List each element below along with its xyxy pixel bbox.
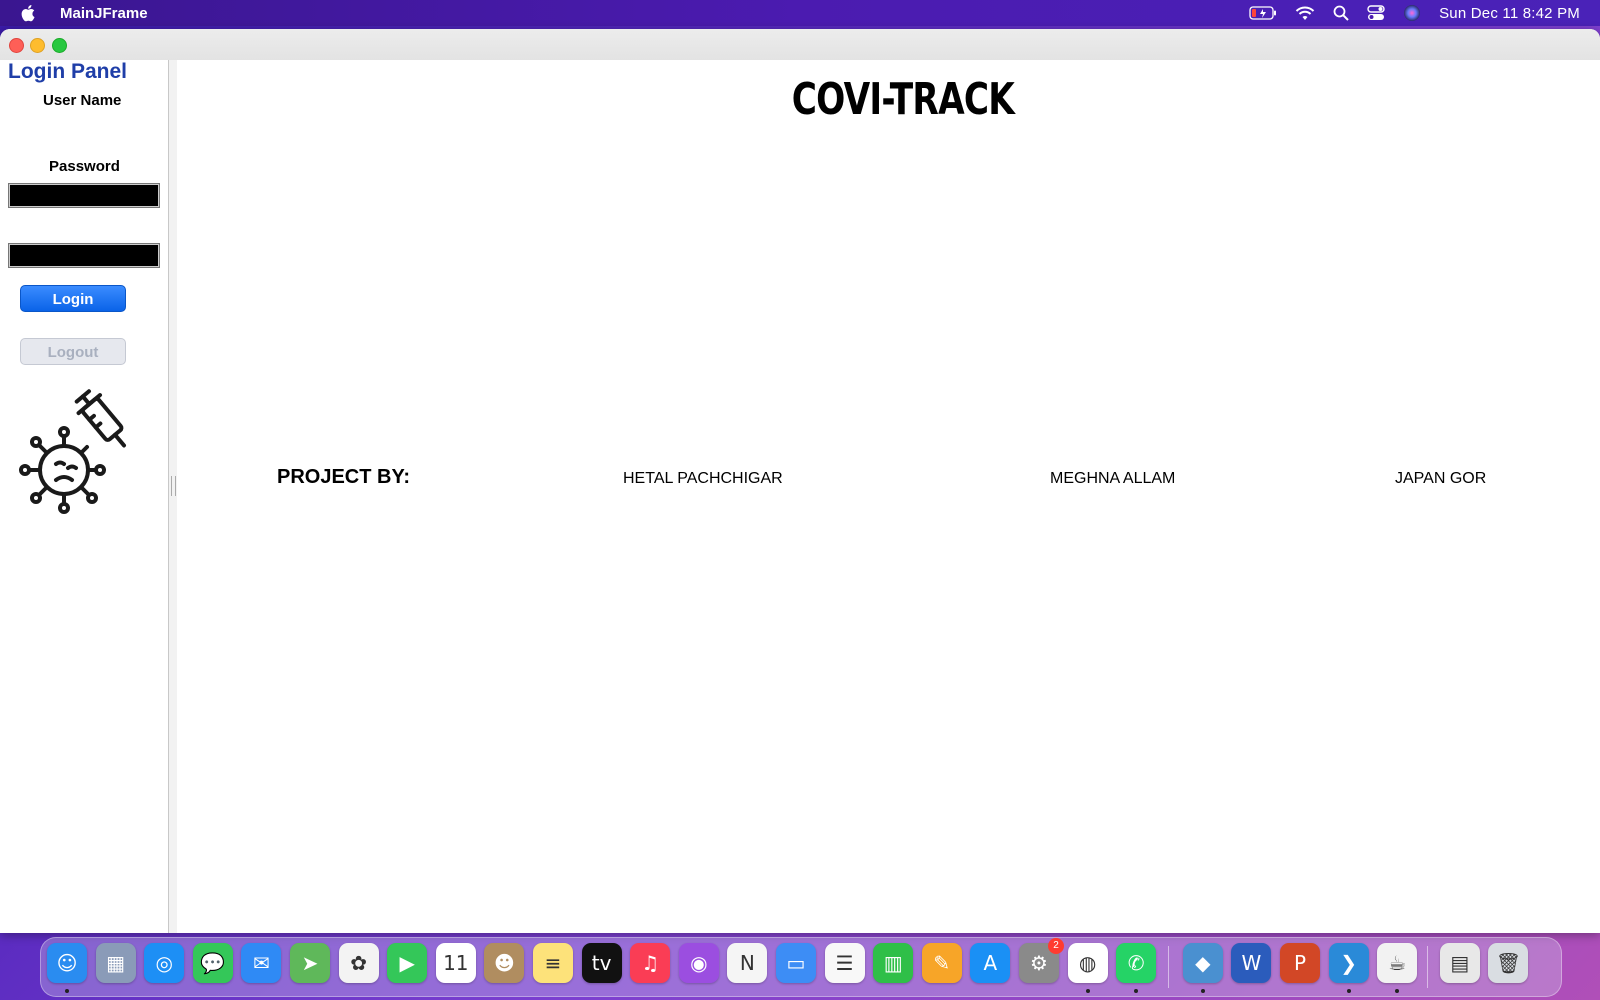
reminders-icon[interactable]: ☰	[824, 943, 865, 983]
username-label: User Name	[43, 92, 122, 109]
photos-icon[interactable]: ✿	[338, 943, 379, 983]
launchpad-icon[interactable]: ▦	[95, 943, 136, 983]
minimize-window-button[interactable]	[30, 38, 45, 53]
team-member-name: HETAL PACHCHIGAR	[623, 470, 783, 487]
contacts-icon[interactable]: ☻	[484, 943, 525, 983]
word-icon[interactable]: W	[1231, 943, 1272, 983]
trash-icon[interactable]: 🗑	[1488, 943, 1529, 983]
mail-icon[interactable]: ✉	[241, 943, 282, 983]
logout-button[interactable]: Logout	[20, 338, 126, 365]
notification-badge: 2	[1048, 938, 1064, 954]
login-panel-title: Login Panel	[8, 60, 128, 83]
divider-grip[interactable]	[171, 476, 176, 496]
apple-tv-icon[interactable]: tv	[581, 943, 622, 983]
news-icon[interactable]: N	[727, 943, 768, 983]
running-indicator	[1346, 989, 1351, 993]
close-window-button[interactable]	[9, 38, 24, 53]
messages-icon[interactable]: 💬	[192, 943, 233, 983]
system-preferences-icon[interactable]: ⚙ 2	[1019, 938, 1064, 983]
menu-bar-clock[interactable]: Sun Dec 11 8:42 PM	[1439, 5, 1580, 22]
java-icon[interactable]: ☕	[1377, 943, 1418, 983]
login-button[interactable]: Login	[20, 285, 126, 312]
apple-menu-icon[interactable]	[20, 4, 38, 22]
project-by-label: PROJECT BY:	[277, 466, 410, 488]
vaccine-virus-icon	[14, 386, 144, 518]
chrome-icon[interactable]: ◍	[1067, 943, 1108, 983]
window-content: Login Panel User Name Password Login Log…	[0, 60, 1600, 933]
username-field[interactable]	[8, 183, 160, 208]
running-indicator	[1200, 989, 1205, 993]
team-member-name: MEGHNA ALLAM	[1050, 470, 1176, 487]
app-store-icon[interactable]: A	[970, 943, 1011, 983]
siri-icon[interactable]	[1403, 4, 1421, 22]
running-indicator	[1085, 989, 1090, 993]
app-title: COVI-TRACK	[791, 74, 1015, 125]
pages-icon[interactable]: ✎	[921, 943, 962, 983]
control-center-icon[interactable]	[1367, 5, 1385, 21]
dock-separator	[1427, 946, 1429, 988]
keynote-icon[interactable]: ▭	[776, 943, 816, 983]
facetime-icon[interactable]: ▶	[387, 943, 428, 983]
downloads-stack-icon[interactable]: ▤	[1439, 943, 1480, 983]
netbeans-icon[interactable]: ◆	[1182, 943, 1223, 983]
music-icon[interactable]: ♫	[630, 943, 671, 983]
podcasts-icon[interactable]: ◉	[678, 943, 719, 983]
running-indicator	[1395, 989, 1400, 993]
vscode-icon[interactable]: ❯	[1328, 943, 1369, 983]
battery-icon[interactable]	[1249, 6, 1277, 20]
running-indicator	[65, 989, 69, 993]
calendar-icon[interactable]: 11	[435, 943, 476, 983]
finder-icon[interactable]: ☺	[47, 943, 87, 983]
dock: ☺ ▦ ◎ 💬 ✉ ➤ ✿ ▶ 11 ☻ ≡ tv ♫ ◉ N ▭ ☰ ▥ ✎ A ⚙ 2 ◍ ✆ ◆ W P ❯ ☕ ▤ 🗑	[40, 937, 1562, 997]
password-field[interactable]	[8, 243, 160, 268]
dock-separator	[1168, 946, 1170, 988]
active-app-name[interactable]: MainJFrame	[60, 5, 148, 22]
team-member-name: JAPAN GOR	[1395, 470, 1487, 487]
whatsapp-icon[interactable]: ✆	[1116, 943, 1157, 983]
menu-bar: MainJFrame Sun Dec 11 8:42 PM	[0, 0, 1600, 26]
notes-icon[interactable]: ≡	[533, 943, 573, 983]
powerpoint-icon[interactable]: P	[1280, 943, 1320, 983]
safari-icon[interactable]: ◎	[144, 943, 185, 983]
password-label: Password	[49, 158, 120, 175]
window-titlebar[interactable]	[0, 29, 1600, 61]
maps-icon[interactable]: ➤	[290, 943, 330, 983]
main-panel: COVI-TRACK PROJECT BY: HETAL PACHCHIGAR …	[177, 60, 1600, 933]
login-panel: Login Panel User Name Password Login Log…	[0, 60, 168, 933]
zoom-window-button[interactable]	[52, 38, 67, 53]
wifi-icon[interactable]	[1295, 6, 1315, 21]
running-indicator	[1134, 989, 1139, 993]
search-icon[interactable]	[1333, 5, 1349, 21]
main-jframe-window: Login Panel User Name Password Login Log…	[0, 29, 1600, 933]
numbers-icon[interactable]: ▥	[873, 943, 914, 983]
